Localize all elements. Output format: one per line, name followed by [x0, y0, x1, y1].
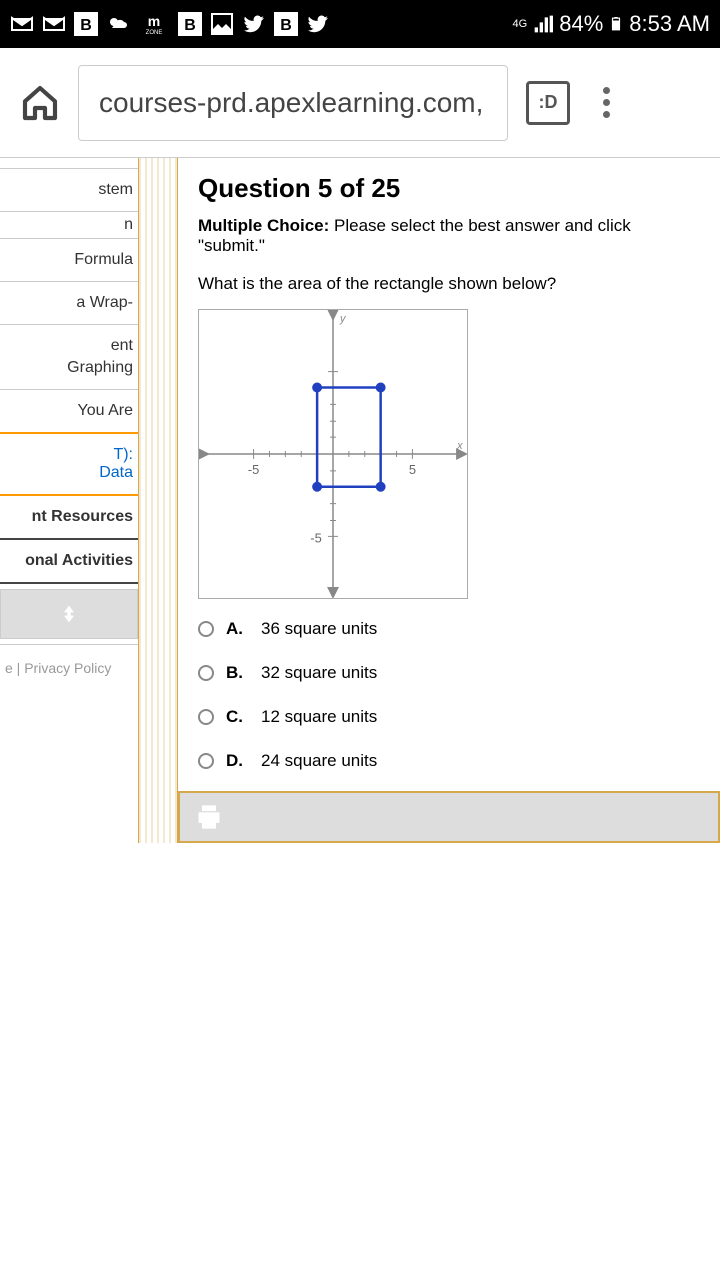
svg-text:B: B [280, 17, 292, 34]
b-icon: B [274, 12, 298, 36]
coordinate-graph: -5 5 -5 x y [198, 309, 468, 599]
svg-text:-5: -5 [310, 530, 321, 545]
tree-icon [59, 604, 79, 624]
question-prompt: What is the area of the rectangle shown … [198, 274, 700, 294]
choice-b[interactable]: B.32 square units [198, 663, 700, 683]
footer-links[interactable]: e | Privacy Policy [0, 644, 138, 691]
radio-icon[interactable] [198, 621, 214, 637]
sidebar-item[interactable]: Formula [0, 239, 138, 282]
sidebar-item[interactable]: Graphing [0, 357, 138, 390]
svg-text:x: x [456, 440, 463, 452]
choice-c[interactable]: C.12 square units [198, 707, 700, 727]
sidebar: stem n Formula a Wrap- ent Graphing You … [0, 158, 138, 843]
image-icon [210, 12, 234, 36]
graph-svg: -5 5 -5 x y [199, 310, 467, 598]
mail-icon [42, 12, 66, 36]
svg-text:B: B [80, 17, 92, 34]
menu-icon[interactable] [588, 87, 625, 118]
svg-text:y: y [339, 313, 346, 325]
weather-icon [106, 12, 130, 36]
network-type: 4G [513, 18, 528, 30]
sidebar-item-active[interactable]: T): [0, 434, 138, 464]
radio-icon[interactable] [198, 709, 214, 725]
sidebar-item[interactable]: You Are [0, 390, 138, 434]
signal-icon [533, 12, 553, 36]
sidebar-item[interactable]: n [0, 212, 138, 239]
collapse-button[interactable] [0, 589, 138, 639]
sidebar-header[interactable]: onal Activities [0, 540, 138, 584]
status-bar: B mZONE B B 4G 84% 8:53 AM [0, 0, 720, 48]
sidebar-item[interactable]: stem [0, 168, 138, 212]
svg-text:5: 5 [409, 462, 416, 477]
home-icon[interactable] [20, 83, 60, 123]
battery-icon [609, 12, 623, 36]
svg-text:m: m [148, 13, 160, 29]
choice-a[interactable]: A.36 square units [198, 619, 700, 639]
svg-text:-5: -5 [248, 462, 259, 477]
svg-text:B: B [184, 17, 196, 34]
question-panel: Question 5 of 25 Multiple Choice: Please… [178, 158, 720, 843]
sidebar-item[interactable]: ent [0, 325, 138, 357]
b-icon: B [178, 12, 202, 36]
choices: A.36 square units B.32 square units C.12… [198, 619, 700, 771]
print-icon[interactable] [195, 803, 223, 831]
sidebar-item-active[interactable]: Data [0, 464, 138, 496]
mzone-icon: mZONE [138, 12, 170, 36]
clock: 8:53 AM [629, 11, 710, 37]
question-type: Multiple Choice: Please select the best … [198, 216, 700, 256]
b-icon: B [74, 12, 98, 36]
radio-icon[interactable] [198, 753, 214, 769]
page-content: stem n Formula a Wrap- ent Graphing You … [0, 158, 720, 843]
url-text: courses-prd.apexlearning.com, [99, 87, 483, 119]
svg-text:ZONE: ZONE [146, 30, 163, 36]
twitter-icon [306, 12, 330, 36]
notification-icons: B mZONE B B [10, 12, 330, 36]
status-right: 4G 84% 8:53 AM [513, 11, 710, 37]
browser-toolbar: courses-prd.apexlearning.com, :D [0, 48, 720, 158]
twitter-icon [242, 12, 266, 36]
choice-d[interactable]: D.24 square units [198, 751, 700, 771]
bottom-toolbar [178, 791, 720, 843]
mail-icon [10, 12, 34, 36]
radio-icon[interactable] [198, 665, 214, 681]
tabs-button[interactable]: :D [526, 81, 570, 125]
sidebar-item[interactable]: a Wrap- [0, 282, 138, 325]
sidebar-header[interactable]: nt Resources [0, 496, 138, 540]
question-title: Question 5 of 25 [198, 173, 700, 204]
url-bar[interactable]: courses-prd.apexlearning.com, [78, 65, 508, 141]
divider [138, 158, 178, 843]
battery-percent: 84% [559, 11, 603, 37]
